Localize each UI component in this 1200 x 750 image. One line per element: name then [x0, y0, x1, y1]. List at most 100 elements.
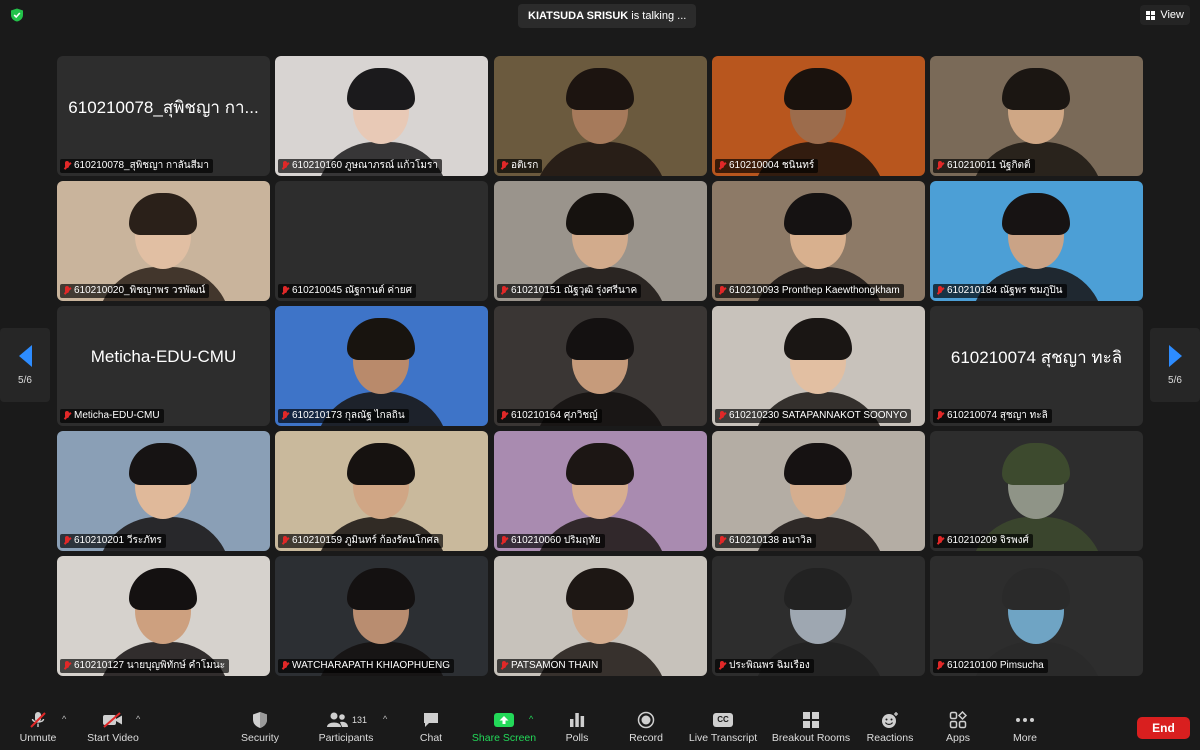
encryption-shield-icon[interactable]	[10, 8, 24, 22]
start-video-button[interactable]: Start Video	[84, 705, 142, 750]
participant-name-tag: WATCHARAPATH KHIAOPHUENG	[278, 659, 454, 673]
participant-video-hair	[784, 193, 852, 235]
participant-tile[interactable]: 610210138 อนาวิล	[712, 431, 925, 551]
participant-name-label: 610210127 นายบุญพิทักษ์ คำโมนะ	[74, 660, 226, 671]
end-meeting-button[interactable]: End	[1137, 717, 1190, 739]
participant-video-body	[534, 142, 668, 176]
participant-tile[interactable]: 610210004 ชนินทร์	[712, 56, 925, 176]
participant-name-tag: 610210093 Pronthep Kaewthongkham	[715, 284, 904, 298]
muted-mic-icon	[63, 161, 71, 171]
participant-name-label: 610210045 ณัฐกานต์ ค่ายศ	[292, 285, 412, 296]
more-button[interactable]: More	[1007, 705, 1043, 750]
participant-tile[interactable]: 610210173 กุลณัฐ ไกลถิ่น	[275, 306, 488, 426]
participant-tile[interactable]: 610210127 นายบุญพิทักษ์ คำโมนะ	[57, 556, 270, 676]
muted-mic-icon	[936, 411, 944, 421]
participant-tile[interactable]: 610210159 ภูมินทร์ ก้องรัตนโกศล	[275, 431, 488, 551]
view-button-label: View	[1160, 9, 1184, 21]
participant-name-label: 610210060 ปริมฤทัย	[511, 535, 601, 546]
participant-name-label: 610210209 จิรพงศ์	[947, 535, 1029, 546]
participant-name-tag: 610210160 ภูษณาภรณ์ แก้วโมรา	[278, 159, 442, 173]
chat-button[interactable]: Chat	[412, 705, 450, 750]
participants-button[interactable]: 131 Participants	[312, 705, 380, 750]
participant-tile[interactable]: PATSAMON THAIN	[494, 556, 707, 676]
participant-video-hair	[1002, 443, 1070, 485]
participant-video-hair	[347, 443, 415, 485]
participant-tile[interactable]: WATCHARAPATH KHIAOPHUENG	[275, 556, 488, 676]
muted-mic-icon	[500, 661, 508, 671]
next-page-button[interactable]: 5/6	[1150, 328, 1200, 402]
participant-video-hair	[129, 443, 197, 485]
participant-video-hair	[784, 68, 852, 110]
audio-options-caret-icon[interactable]: ^	[62, 714, 66, 724]
participant-tile[interactable]: 610210100 Pimsucha	[930, 556, 1143, 676]
security-button[interactable]: Security	[237, 705, 283, 750]
participant-tile[interactable]: ประพิณพร ฉิมเรือง	[712, 556, 925, 676]
apps-button[interactable]: Apps	[940, 705, 976, 750]
participant-video-hair	[566, 193, 634, 235]
polls-button[interactable]: Polls	[558, 705, 596, 750]
unmute-button[interactable]: Unmute	[14, 705, 62, 750]
participants-options-caret-icon[interactable]: ^	[383, 714, 387, 724]
apps-label: Apps	[946, 732, 970, 744]
breakout-rooms-grid-icon	[803, 712, 819, 728]
chat-label: Chat	[419, 732, 443, 744]
participant-tile[interactable]: 610210151 ณัฐวุฒิ รุ่งศรีนาค	[494, 181, 707, 301]
share-screen-label: Share Screen	[471, 732, 537, 744]
arrow-left-icon	[18, 344, 32, 367]
participant-video-hair	[784, 443, 852, 485]
participant-tile[interactable]: 610210160 ภูษณาภรณ์ แก้วโมรา	[275, 56, 488, 176]
meeting-toolbar: Unmute ^ Start Video ^ Security 131 Part…	[0, 705, 1200, 750]
participant-video-hair	[566, 568, 634, 610]
participant-tile[interactable]: 610210093 Pronthep Kaewthongkham	[712, 181, 925, 301]
participant-tile[interactable]: Meticha-EDU-CMU Meticha-EDU-CMU	[57, 306, 270, 426]
live-transcript-button[interactable]: CC Live Transcript	[686, 705, 760, 750]
participant-name-tag: 610210045 ณัฐกานต์ ค่ายศ	[278, 284, 416, 298]
participant-tile[interactable]: 610210201 วีระภัทร	[57, 431, 270, 551]
participant-tile[interactable]: 610210011 นัฐกิตติ์	[930, 56, 1143, 176]
participant-tile[interactable]: อติเรก	[494, 56, 707, 176]
record-label: Record	[629, 732, 663, 744]
participant-name-tag: 610210004 ชนินทร์	[715, 159, 819, 173]
share-screen-button[interactable]: Share Screen	[470, 705, 538, 750]
end-meeting-label: End	[1152, 721, 1175, 735]
participant-tile[interactable]: 610210045 ณัฐกานต์ ค่ายศ	[275, 181, 488, 301]
participant-tile[interactable]: 610210074 สุชญา ทะลิ 610210074 สุชญา ทะลิ	[930, 306, 1143, 426]
muted-mic-icon	[63, 286, 71, 296]
participant-name-label: 610210004 ชนินทร์	[729, 160, 815, 171]
participant-tile[interactable]: 610210209 จิรพงศ์	[930, 431, 1143, 551]
participant-name-tag: PATSAMON THAIN	[497, 659, 603, 673]
participant-name-tag: 610210164 ศุภวิชญ์	[497, 409, 602, 423]
share-options-caret-icon[interactable]: ^	[529, 714, 533, 724]
participant-video-hair	[1002, 568, 1070, 610]
previous-page-button[interactable]: 5/6	[0, 328, 50, 402]
participant-video-hair	[1002, 193, 1070, 235]
participant-tile[interactable]: 610210060 ปริมฤทัย	[494, 431, 707, 551]
grid-view-icon	[1146, 10, 1156, 20]
view-button[interactable]: View	[1140, 5, 1190, 25]
participant-name-tag: อติเรก	[497, 159, 543, 173]
participant-video-hair	[566, 443, 634, 485]
breakout-rooms-button[interactable]: Breakout Rooms	[771, 705, 851, 750]
reactions-label: Reactions	[866, 732, 914, 744]
participant-name-tag: 610210209 จิรพงศ์	[933, 534, 1033, 548]
participant-name-tag: 610210159 ภูมินทร์ ก้องรัตนโกศล	[278, 534, 444, 548]
video-options-caret-icon[interactable]: ^	[136, 714, 140, 724]
participant-name-tag: 610210074 สุชญา ทะลิ	[933, 409, 1052, 423]
participant-tile[interactable]: 610210184 ณัฐพร ชมภูปิน	[930, 181, 1143, 301]
reactions-button[interactable]: Reactions	[865, 705, 915, 750]
participant-tile[interactable]: 610210078_สุพิชญา กา... 610210078_สุพิชญา…	[57, 56, 270, 176]
participant-tile[interactable]: 610210230 SATAPANNAKOT SOONYO	[712, 306, 925, 426]
muted-mic-icon	[936, 286, 944, 296]
muted-mic-icon	[718, 411, 726, 421]
active-speaker-indicator: KIATSUDA SRISUK is talking ...	[518, 4, 697, 28]
participant-tile[interactable]: 610210164 ศุภวิชญ์	[494, 306, 707, 426]
muted-mic-icon	[500, 411, 508, 421]
live-transcript-label: Live Transcript	[688, 732, 758, 744]
muted-mic-icon	[718, 536, 726, 546]
top-bar: KIATSUDA SRISUK is talking ... View	[0, 0, 1200, 32]
polls-bar-chart-icon	[570, 713, 585, 727]
record-button[interactable]: Record	[624, 705, 668, 750]
participant-video-hair	[129, 193, 197, 235]
participant-name-label: ประพิณพร ฉิมเรือง	[729, 660, 810, 671]
participant-tile[interactable]: 610210020_พิชญาพร วรพัฒน์	[57, 181, 270, 301]
